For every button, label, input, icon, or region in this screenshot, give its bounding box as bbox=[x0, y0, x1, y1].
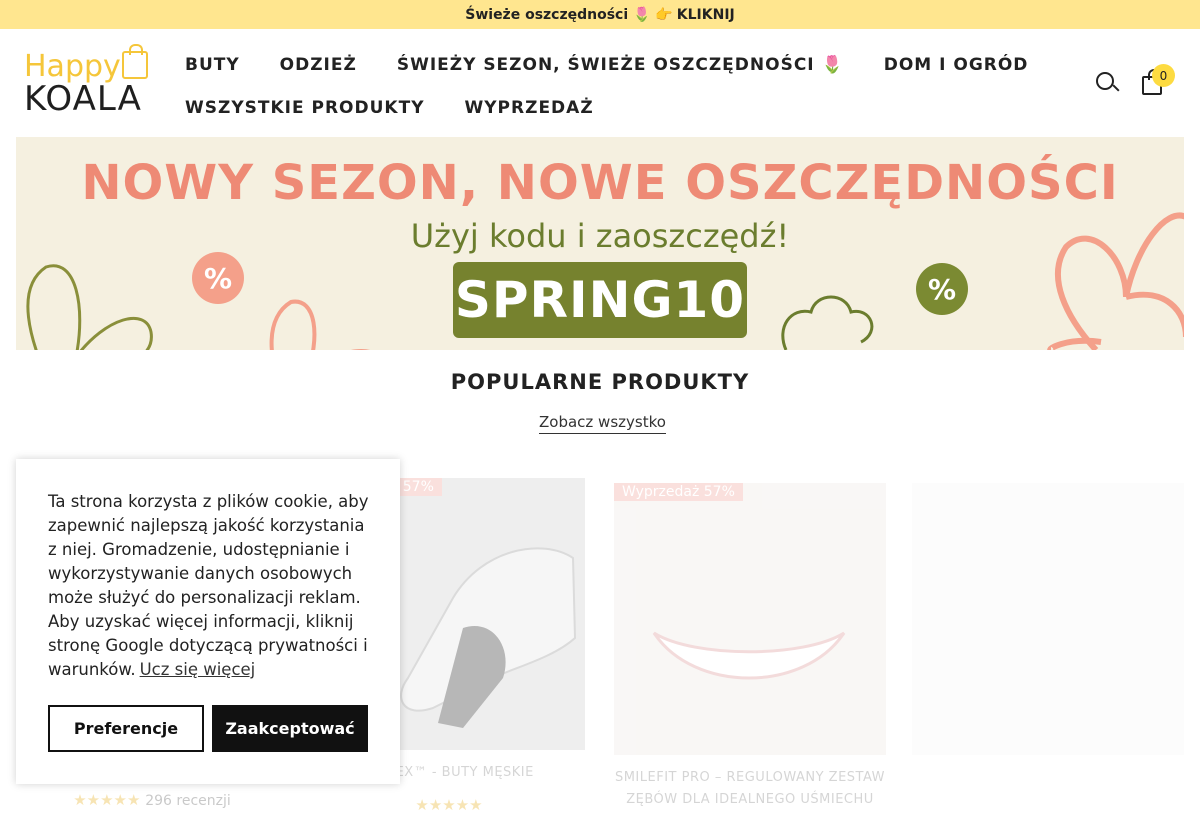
nav-item-buty[interactable]: BUTY bbox=[185, 55, 240, 75]
product-image[interactable] bbox=[614, 483, 886, 755]
right-percent-badge: % bbox=[916, 263, 968, 315]
nav-item-wyprzedaz[interactable]: WYPRZEDAŻ bbox=[465, 98, 594, 118]
nav-row-2: WSZYSTKIE PRODUKTY WYPRZEDAŻ bbox=[185, 94, 1045, 122]
left-percent-text: % bbox=[204, 262, 232, 295]
right-cloud-outline bbox=[781, 295, 874, 350]
logo-bag-icon bbox=[122, 44, 148, 79]
left-flower-outline bbox=[26, 264, 153, 350]
left-percent-badge: % bbox=[192, 252, 244, 304]
promo-banner[interactable]: % % NOWY SEZON, NOWE OSZCZĘDNOŚCI Użyj k… bbox=[16, 137, 1184, 350]
nav-item-dom-i-ogrod[interactable]: DOM I OGRÓD bbox=[884, 55, 1029, 75]
banner-subline: Użyj kodu i zaoszczędź! bbox=[410, 217, 790, 255]
banner-headline: NOWY SEZON, NOWE OSZCZĘDNOŚCI bbox=[81, 155, 1119, 211]
cookie-banner: Ta strona korzysta z plików cookie, aby … bbox=[16, 459, 400, 784]
right-percent-text: % bbox=[928, 273, 956, 306]
cart-count-badge: 0 bbox=[1152, 64, 1175, 87]
rating-stars: ★★★★★ bbox=[73, 791, 141, 809]
nav-item-wszystkie-produkty[interactable]: WSZYSTKIE PRODUKTY bbox=[185, 98, 425, 118]
nav-item-odziez[interactable]: ODZIEŻ bbox=[280, 55, 357, 75]
search-icon-handle bbox=[1112, 84, 1120, 92]
product-title[interactable]: SMILEFIT PRO – REGULOWANY ZESTAW ZĘBÓW D… bbox=[614, 767, 886, 811]
preferences-button[interactable]: Preferencje bbox=[48, 705, 204, 752]
main-nav: BUTY ODZIEŻ ŚWIEŻY SEZON, ŚWIEŻE OSZCZĘD… bbox=[185, 51, 1045, 137]
site-header: Happy KOALA BUTY ODZIEŻ ŚWIEŻY SEZON, ŚW… bbox=[0, 29, 1200, 137]
cart-button[interactable]: 0 bbox=[1140, 64, 1180, 99]
search-icon[interactable] bbox=[1094, 70, 1120, 96]
sale-badge: Wyprzedaż 57% bbox=[614, 483, 743, 501]
announcement-text: Świeże oszczędności 🌷 👉 bbox=[465, 6, 673, 23]
announcement-link[interactable]: KLIKNIJ bbox=[677, 7, 735, 23]
left-flower-pink bbox=[269, 299, 370, 350]
section-title: POPULARNE PRODUKTY bbox=[450, 370, 750, 394]
announcement-bar[interactable]: Świeże oszczędności 🌷 👉 KLIKNIJ bbox=[0, 0, 1200, 29]
learn-more-link[interactable]: Ucz się więcej bbox=[140, 660, 256, 679]
product-rating: ★★★★★ bbox=[415, 796, 483, 814]
nav-row-1: BUTY ODZIEŻ ŚWIEŻY SEZON, ŚWIEŻE OSZCZĘD… bbox=[185, 51, 1045, 79]
logo-line2: KOALA bbox=[24, 79, 142, 119]
smile-illustration bbox=[652, 631, 846, 680]
rating-reviews: 296 recenzji bbox=[145, 793, 231, 809]
banner-code: SPRING10 bbox=[453, 262, 747, 338]
logo[interactable]: Happy KOALA bbox=[24, 44, 150, 119]
cookie-text: Ta strona korzysta z plików cookie, aby … bbox=[48, 492, 369, 679]
product-rating: ★★★★★ 296 recenzji bbox=[16, 791, 288, 809]
product-image[interactable] bbox=[912, 483, 1184, 755]
accept-button[interactable]: Zaakceptować bbox=[212, 705, 368, 752]
nav-item-swiezy-sezon[interactable]: ŚWIEŻY SEZON, ŚWIEŻE OSZCZĘDNOŚCI 🌷 bbox=[397, 55, 844, 75]
view-all-link[interactable]: Zobacz wszystko bbox=[539, 413, 666, 434]
cookie-message: Ta strona korzysta z plików cookie, aby … bbox=[48, 490, 378, 682]
search-icon-lens bbox=[1096, 72, 1114, 90]
